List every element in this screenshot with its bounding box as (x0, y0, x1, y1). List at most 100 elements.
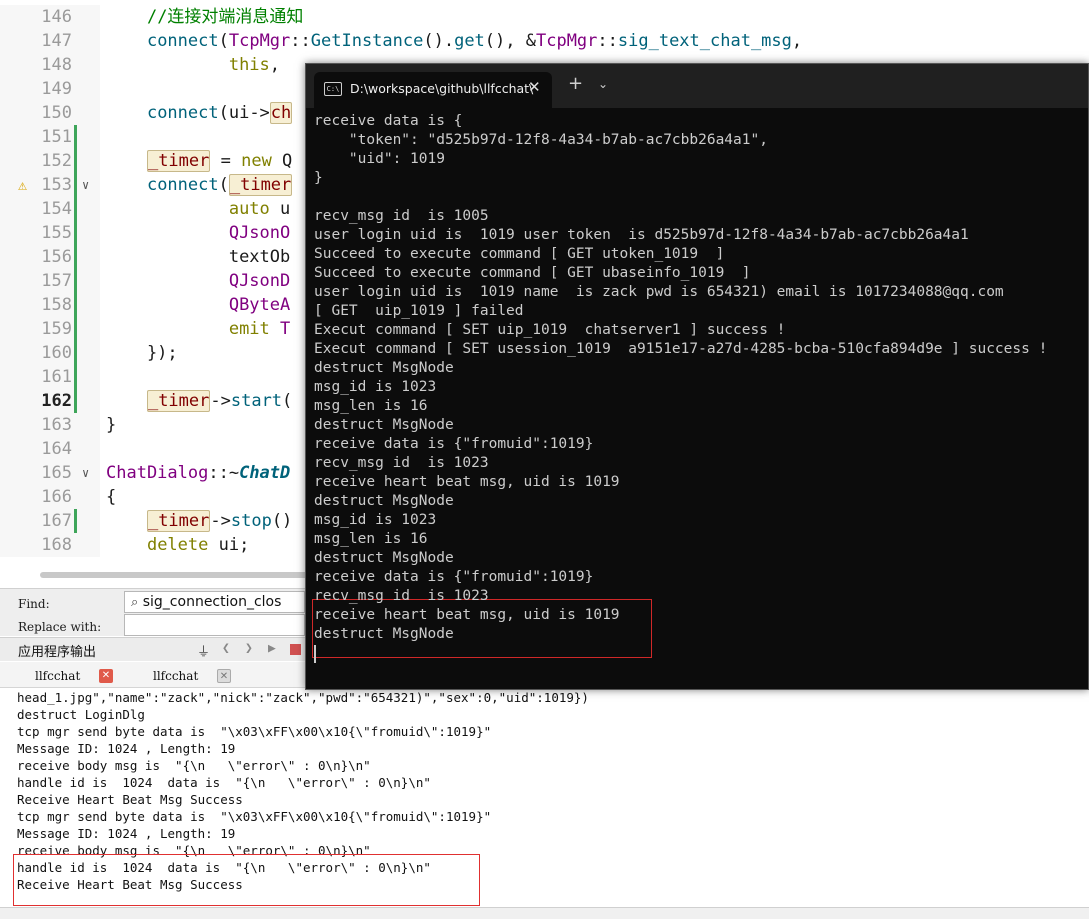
terminal-line: receive heart beat msg, uid is 1019 (314, 474, 620, 490)
close-icon[interactable]: ✕ (528, 78, 541, 96)
line-gutter[interactable]: 150 (0, 101, 100, 125)
code-token: QJsonO (228, 223, 291, 243)
line-number: 149 (41, 79, 72, 99)
terminal-line: receive data is {"fromuid":1019} (314, 436, 594, 452)
code-text: //连接对端消息通知 (106, 5, 303, 29)
log-line: handle id is 1024 data is "{\n \"error\"… (17, 775, 431, 790)
line-gutter[interactable]: 165 ∨ (0, 461, 100, 485)
line-gutter[interactable]: 161 (0, 365, 100, 389)
fold-chevron-icon[interactable]: ∨ (82, 461, 89, 485)
line-gutter[interactable]: 151 (0, 125, 100, 149)
code-token: :: (597, 31, 618, 51)
stop-icon[interactable] (290, 644, 301, 655)
output-tab-2[interactable]: llfcchat ✕ (135, 665, 245, 687)
terminal-line: destruct MsgNode (314, 626, 454, 642)
line-gutter[interactable]: 166 (0, 485, 100, 509)
code-line[interactable]: 147 connect(TcpMgr::GetInstance().get(),… (0, 29, 1089, 53)
line-gutter[interactable]: 147 (0, 29, 100, 53)
fold-chevron-icon[interactable]: ∨ (82, 173, 89, 197)
line-gutter[interactable]: 158 (0, 293, 100, 317)
line-gutter[interactable]: 153 ⚠ ∨ (0, 173, 100, 197)
terminal-output[interactable]: receive data is { "token": "d525b97d-12f… (306, 108, 1088, 689)
code-text: connect(ui->ch (106, 101, 293, 125)
line-number: 164 (41, 439, 72, 459)
line-gutter[interactable]: 157 (0, 269, 100, 293)
close-icon[interactable]: ✕ (217, 669, 231, 683)
code-token: ChatDialog (106, 463, 209, 483)
output-tab-1[interactable]: llfcchat ✕ (17, 665, 127, 687)
status-strip (0, 907, 1089, 919)
code-token: GetInstance (310, 31, 424, 51)
line-number: 148 (41, 55, 72, 75)
attach-icon[interactable]: ⏚ (197, 641, 210, 660)
line-gutter[interactable]: 159 (0, 317, 100, 341)
change-marker (74, 365, 77, 389)
code-token: //连接对端消息通知 (146, 7, 304, 27)
previous-icon[interactable]: ❮ (222, 641, 230, 656)
terminal-cursor (314, 645, 316, 663)
output-highlight-box (13, 854, 480, 906)
output-tabs: llfcchat ✕ llfcchat ✕ (0, 662, 305, 688)
change-marker (74, 317, 77, 341)
code-token: u (269, 199, 291, 219)
line-gutter[interactable]: 155 (0, 221, 100, 245)
terminal-line: recv_msg id is 1005 (314, 208, 489, 224)
code-text: delete ui; (106, 533, 249, 557)
code-text: }); (106, 341, 178, 365)
line-gutter[interactable]: 154 (0, 197, 100, 221)
change-marker (74, 269, 77, 293)
change-marker (74, 125, 77, 149)
code-token: TcpMgr (228, 31, 291, 51)
terminal-tab[interactable]: C:\ D:\workspace\github\llfcchat\ ✕ (314, 72, 552, 108)
warning-icon[interactable]: ⚠ (18, 173, 27, 197)
line-number: 165 (41, 463, 72, 483)
line-gutter[interactable]: 162 (0, 389, 100, 413)
code-token: connect (146, 103, 219, 123)
line-gutter[interactable]: 160 (0, 341, 100, 365)
replace-input[interactable] (124, 614, 305, 636)
line-gutter[interactable]: 148 (0, 53, 100, 77)
log-line: Message ID: 1024 , Length: 19 (17, 741, 236, 756)
line-gutter[interactable]: 152 (0, 149, 100, 173)
terminal-window[interactable]: C:\ D:\workspace\github\llfcchat\ ✕ + ⌄ … (305, 63, 1089, 690)
line-number: 152 (41, 151, 72, 171)
change-marker (74, 293, 77, 317)
chevron-down-icon[interactable]: ⌄ (598, 77, 608, 91)
change-marker (74, 245, 77, 269)
code-text: QJsonD (106, 269, 290, 293)
code-token: connect (146, 31, 219, 51)
log-line: destruct LoginDlg (17, 707, 145, 722)
terminal-line: } (314, 170, 323, 186)
code-token: emit (228, 319, 270, 339)
terminal-line: "token": "d525b97d-12f8-4a34-b7ab-ac7cbb… (314, 132, 768, 148)
line-gutter[interactable]: 163 (0, 413, 100, 437)
code-token: , (269, 55, 281, 75)
terminal-line: Succeed to execute command [ GET utoken_… (314, 246, 725, 262)
line-gutter[interactable]: 156 (0, 245, 100, 269)
line-gutter[interactable]: 168 (0, 533, 100, 557)
code-token: (). (423, 31, 455, 51)
line-gutter[interactable]: 164 (0, 437, 100, 461)
terminal-line: receive data is {"fromuid":1019} (314, 569, 594, 585)
terminal-line: destruct MsgNode (314, 550, 454, 566)
line-gutter[interactable]: 146 (0, 5, 100, 29)
find-input[interactable]: ⌕ sig_connection_clos (124, 591, 305, 613)
change-marker (74, 509, 77, 533)
code-token: -> (210, 511, 231, 531)
run-icon[interactable]: ▶ (268, 641, 276, 656)
code-text: _timer->start( (106, 389, 292, 413)
line-gutter[interactable]: 167 (0, 509, 100, 533)
new-tab-button[interactable]: + (568, 75, 583, 93)
code-line[interactable]: 146 //连接对端消息通知 (0, 5, 1089, 29)
line-gutter[interactable]: 149 (0, 77, 100, 101)
code-token: sig_text_chat_msg (617, 31, 792, 51)
close-icon[interactable]: ✕ (99, 669, 113, 683)
next-icon[interactable]: ❯ (245, 641, 253, 656)
code-token: ::~ (208, 463, 240, 483)
search-icon: ⌕ (131, 595, 139, 610)
editor-horizontal-scrollbar[interactable] (40, 572, 340, 578)
